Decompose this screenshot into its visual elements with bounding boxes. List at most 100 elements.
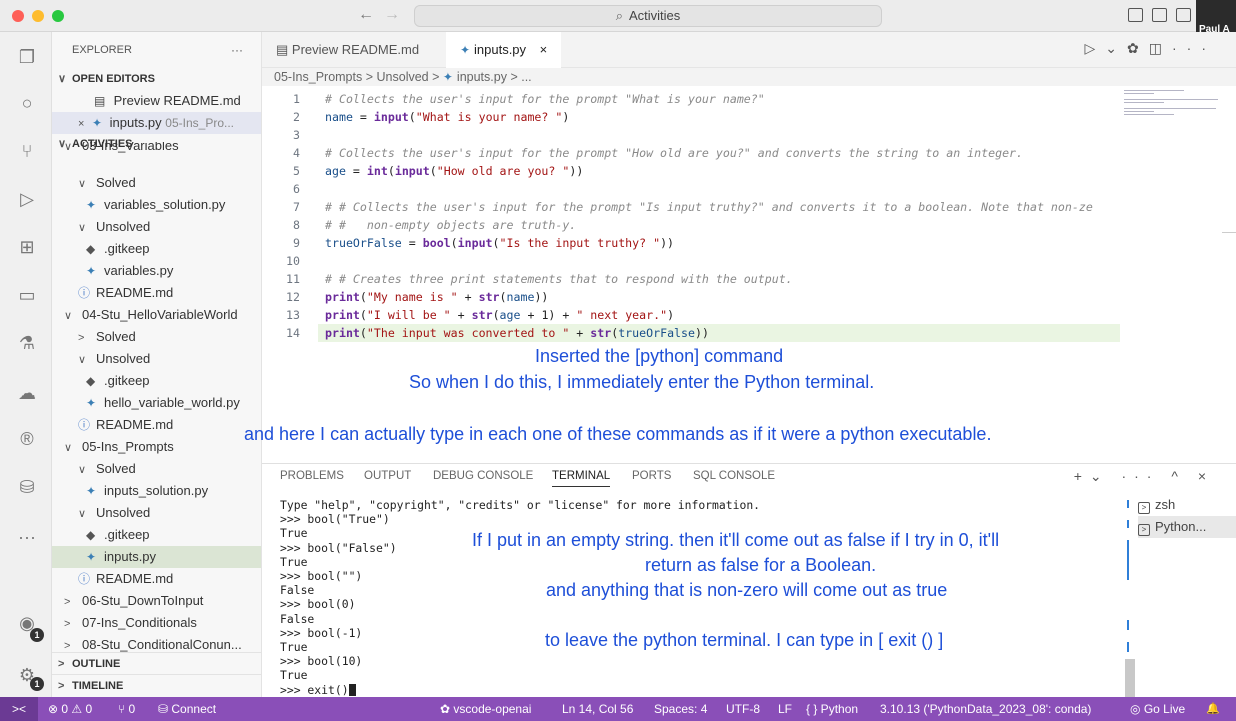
run-debug-icon[interactable]: ▷ — [16, 188, 38, 210]
openai-account[interactable]: ✿ vscode-openai — [440, 697, 531, 721]
tree-item[interactable]: ∨ 04-Stu_HelloVariableWorld — [52, 304, 261, 326]
line-number: 1 — [293, 92, 300, 106]
tree-item[interactable]: > Solved — [52, 326, 261, 348]
explorer-more-icon[interactable]: ··· — [231, 32, 243, 68]
toggle-panel-icon[interactable] — [1152, 8, 1167, 22]
tab-sql-console[interactable]: SQL CONSOLE — [693, 470, 775, 482]
tree-item[interactable]: ∨ Unsolved — [52, 348, 261, 370]
tree-item[interactable]: >06-Stu_DownToInput — [52, 590, 261, 612]
ports-indicator[interactable]: ⑂ 0 — [118, 697, 135, 721]
tab-terminal[interactable]: TERMINAL — [552, 470, 611, 487]
forward-arrow-icon[interactable]: → — [384, 6, 400, 24]
remote-explorer-icon[interactable]: ▭ — [16, 284, 38, 306]
go-live-label: Go Live — [1143, 702, 1186, 716]
tree-item[interactable]: ∨ Unsolved — [52, 216, 261, 238]
outline-section[interactable]: > OUTLINE — [52, 652, 261, 674]
tree-item[interactable]: ✦ hello_variable_world.py — [52, 392, 261, 414]
tree-item[interactable]: ∨ Unsolved — [52, 502, 261, 524]
tree-item[interactable]: ⓘ README.md — [52, 568, 261, 590]
editor-actions: ▷⌄✿◫··· — [1085, 40, 1216, 57]
line-ending[interactable]: LF — [778, 697, 792, 721]
extensions-icon[interactable]: ⊞ — [16, 236, 38, 258]
terminal-item-python[interactable]: > Python... — [1138, 516, 1236, 538]
tree-item[interactable]: >07-Ins_Conditionals — [52, 612, 261, 634]
run-icon[interactable]: ▷⌄ — [1085, 40, 1128, 56]
more-views-icon[interactable]: ··· — [16, 526, 38, 548]
cursor-position[interactable]: Ln 14, Col 56 — [562, 697, 633, 721]
panel-actions[interactable]: +⌄ ··· ^ × — [1074, 468, 1214, 485]
command-center-search[interactable]: ⌕ Activities — [414, 5, 882, 27]
close-tab-icon[interactable]: × — [540, 42, 548, 57]
code-token: # Collects the user's input for the prom… — [325, 146, 1024, 160]
terminal-scrollbar[interactable] — [1125, 659, 1135, 697]
tree-item[interactable]: ∨ Solved — [52, 458, 261, 480]
tree-item-label: README.md — [96, 285, 174, 300]
terminal-line: True — [280, 640, 307, 654]
terminal-item-zsh[interactable]: > zsh — [1138, 494, 1236, 516]
tree-item[interactable]: ∨ Solved — [52, 172, 261, 194]
minimize-window-button[interactable] — [32, 10, 44, 22]
toggle-sidebar-icon[interactable] — [1128, 8, 1143, 22]
minimap[interactable] — [1124, 90, 1220, 120]
tab-preview-readme[interactable]: ▤ Preview README.md — [262, 32, 433, 68]
go-live-button[interactable]: ◎ Go Live — [1130, 697, 1185, 721]
back-arrow-icon[interactable]: ← — [358, 6, 374, 24]
breadcrumb-item[interactable]: inputs.py — [457, 70, 507, 84]
split-editor-icon[interactable]: ◫ — [1149, 40, 1172, 56]
database-icon[interactable]: ⛁ — [16, 476, 38, 498]
chevron-down-icon: ∨ — [78, 464, 87, 476]
zoom-window-button[interactable] — [52, 10, 64, 22]
tab-problems[interactable]: PROBLEMS — [280, 470, 344, 482]
tab-inputs-py[interactable]: ✦ inputs.py × — [446, 32, 562, 68]
tab-output[interactable]: OUTPUT — [364, 470, 411, 482]
accounts-badge: 1 — [30, 628, 44, 642]
python-interpreter[interactable]: 3.10.13 ('PythonData_2023_08': conda) — [880, 697, 1091, 721]
remote-indicator[interactable]: >< — [0, 697, 38, 721]
tree-item[interactable]: ◆ .gitkeep — [52, 524, 261, 546]
terminal-gutter-marker — [1127, 642, 1129, 652]
r-language-icon[interactable]: ® — [16, 428, 38, 450]
tree-item[interactable]: ✦ variables.py — [52, 260, 261, 282]
more-actions-icon[interactable]: ··· — [1172, 40, 1216, 56]
database-connect[interactable]: ⛁ Connect — [158, 697, 216, 721]
breadcrumb-item[interactable]: ... — [521, 70, 531, 84]
openai-icon[interactable]: ✿ — [1127, 40, 1149, 56]
code-token: int — [366, 164, 388, 178]
close-window-button[interactable] — [12, 10, 24, 22]
open-editor-item[interactable]: ▤ Preview README.md — [52, 90, 261, 112]
docker-icon[interactable]: ☁ — [16, 382, 38, 404]
tree-item[interactable]: ∨ 03-Ins_Variables — [52, 142, 261, 156]
terminal-line-text: >>> bool(-1) — [280, 625, 363, 640]
breadcrumb-item[interactable]: Unsolved — [377, 70, 429, 84]
source-control-icon[interactable]: ⑂ — [16, 140, 38, 162]
notifications-bell-icon[interactable]: 🔔 — [1206, 697, 1220, 721]
encoding[interactable]: UTF-8 — [726, 697, 760, 721]
close-editor-icon[interactable]: × — [78, 113, 92, 134]
tab-ports[interactable]: PORTS — [632, 470, 671, 482]
tree-item[interactable]: ◆ .gitkeep — [52, 238, 261, 260]
explorer-header: EXPLORER ··· — [52, 32, 261, 68]
timeline-section[interactable]: > TIMELINE — [52, 674, 261, 696]
indentation[interactable]: Spaces: 4 — [654, 697, 707, 721]
open-editors-section[interactable]: ∨ OPEN EDITORS — [52, 68, 261, 90]
terminal-line: >>> bool("False") — [280, 541, 397, 555]
testing-icon[interactable]: ⚗ — [16, 332, 38, 354]
tree-item[interactable]: ⓘ README.md — [52, 282, 261, 304]
tree-item[interactable]: ∨ 05-Ins_Prompts — [52, 436, 261, 458]
terminal-line-text: >>> exit() — [280, 682, 349, 697]
tab-debug-console[interactable]: DEBUG CONSOLE — [433, 470, 533, 482]
tree-item[interactable]: ✦ inputs.py — [52, 546, 261, 568]
tree-item[interactable]: ✦ variables_solution.py — [52, 194, 261, 216]
open-editor-item-active[interactable]: × ✦ inputs.py 05-Ins_Pro... — [52, 112, 261, 134]
tree-item[interactable]: ◆ .gitkeep — [52, 370, 261, 392]
search-icon[interactable]: ○ — [16, 92, 38, 114]
toggle-secondary-sidebar-icon[interactable] — [1176, 8, 1191, 22]
language-mode[interactable]: { } Python — [806, 697, 858, 721]
explorer-icon[interactable]: ❐ — [16, 46, 38, 68]
problems-indicator[interactable]: ⊗ 0 ⚠ 0 — [48, 697, 92, 721]
code-editor[interactable]: 1 # Collects the user's input for the pro… — [262, 86, 1236, 463]
tree-item[interactable]: ✦ inputs_solution.py — [52, 480, 261, 502]
tree-item[interactable]: ⓘ README.md — [52, 414, 261, 436]
breadcrumb-item[interactable]: 05-Ins_Prompts — [274, 70, 362, 84]
editor-scrollbar[interactable] — [1222, 232, 1236, 233]
